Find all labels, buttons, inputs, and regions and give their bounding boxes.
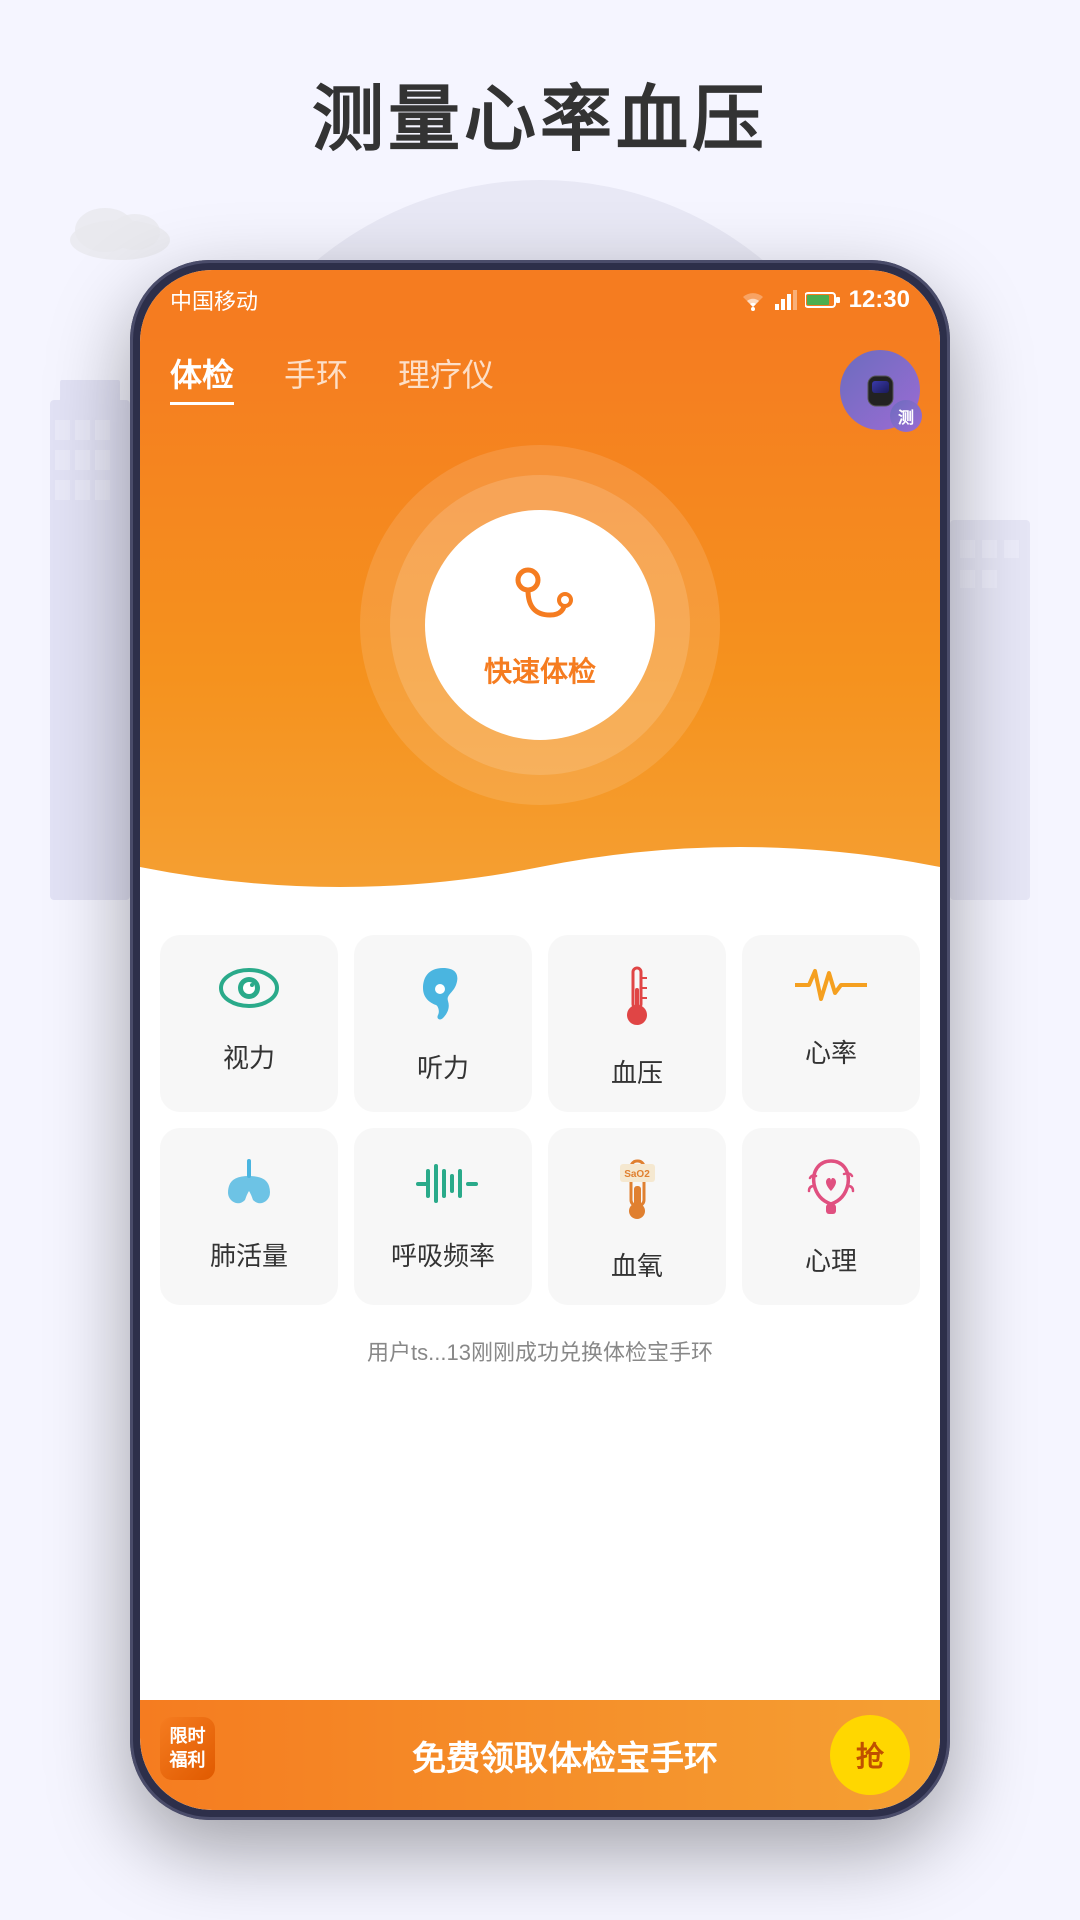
grid-item-mental[interactable]: 心理 [742,1128,920,1305]
pulse-container: 快速体检 [170,435,910,825]
grid-label-oxygen: 血氧 [611,1246,663,1283]
grid-item-blood-pressure[interactable]: 血压 [548,935,726,1112]
wristband-badge[interactable]: 测 [840,350,920,430]
signal-icon [775,290,797,310]
grid-label-breath: 呼吸频率 [391,1236,495,1273]
promo-grab-button[interactable]: 抢 [830,1715,910,1795]
grid-label-lung: 肺活量 [210,1236,288,1273]
wifi-icon [739,289,767,311]
quick-check-label: 快速体检 [484,650,596,690]
status-time: 12:30 [849,286,910,314]
grid-label-vision: 视力 [223,1038,275,1075]
phone-frame: 中国移动 [130,260,950,1820]
grid-item-heart-rate[interactable]: 心率 [742,935,920,1112]
wave-divider [140,827,940,907]
tab-therapy[interactable]: 理疗仪 [398,350,494,405]
tab-bar: 体检 手环 理疗仪 [170,350,910,405]
tab-physical[interactable]: 体检 [170,350,234,405]
lungs-icon [217,1156,282,1220]
svg-text:SaO2: SaO2 [624,1169,650,1180]
wristband-circle: 测 [840,350,920,430]
orange-area: 体检 手环 理疗仪 [140,330,940,905]
grid-label-heart-rate: 心率 [805,1033,857,1070]
ear-icon [418,963,468,1032]
grid-item-oxygen[interactable]: SaO2 血氧 [548,1128,726,1305]
thermometer-icon [617,963,657,1037]
status-icons: 12:30 [739,286,910,314]
brain-icon [804,1156,859,1225]
grid-label-hearing: 听力 [417,1048,469,1085]
grid-item-breath[interactable]: 呼吸频率 [354,1128,532,1305]
grid-label-mental: 心理 [805,1241,857,1278]
battery-icon [805,291,841,309]
phone-screen: 中国移动 [140,270,940,1810]
carrier-label: 中国移动 [170,284,258,316]
grid-item-hearing[interactable]: 听力 [354,935,532,1112]
promo-bar[interactable]: 限时 福利 免费领取体检宝手环 抢 [140,1700,940,1810]
status-bar: 中国移动 [140,270,940,330]
page-title: 测量心率血压 [0,60,1080,165]
tab-bracelet[interactable]: 手环 [284,350,348,405]
pulse-ring-mid: 快速体检 [390,475,690,775]
grid-item-vision[interactable]: 视力 [160,935,338,1112]
notification-bar: 用户ts...13刚刚成功兑换体检宝手环 [160,1321,920,1381]
grid-item-lung[interactable]: 肺活量 [160,1128,338,1305]
white-area: 视力 听力 [140,905,940,1401]
breath-icon [408,1156,478,1220]
eye-icon [219,963,279,1022]
grid-row-1: 视力 听力 [160,935,920,1112]
promo-text: 免费领取体检宝手环 [412,1731,718,1780]
promo-badge: 限时 福利 [160,1717,215,1780]
grid-row-2: 肺活量 呼吸频率 [160,1128,920,1305]
grid-label-blood-pressure: 血压 [611,1053,663,1090]
heartrate-icon [795,963,867,1017]
stethoscope-icon [500,560,580,640]
quick-check-button[interactable]: 快速体检 [425,510,655,740]
notification-text: 用户ts...13刚刚成功兑换体检宝手环 [367,1340,713,1365]
pulse-ring-outer: 快速体检 [360,445,720,805]
oxygen-icon: SaO2 [615,1156,660,1230]
wristband-label: 测 [890,400,922,432]
